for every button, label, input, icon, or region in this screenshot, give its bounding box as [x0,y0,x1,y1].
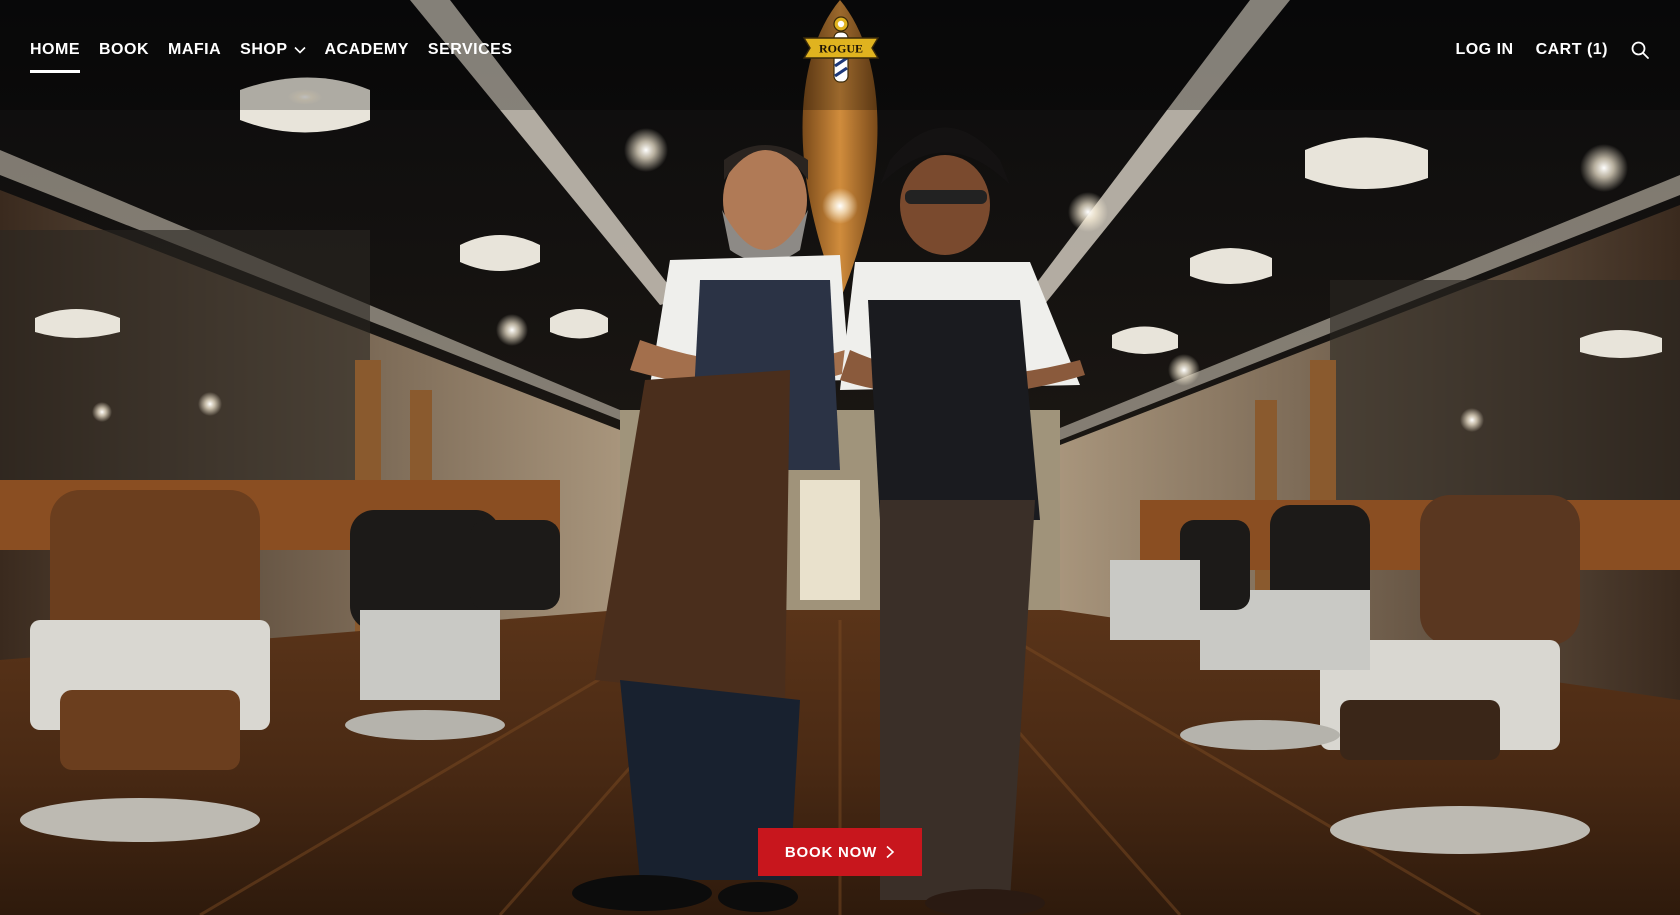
book-now-label: BOOK NOW [784,843,878,861]
nav-item-shop[interactable]: SHOP [240,38,306,62]
nav-item-academy[interactable]: ACADEMY [325,38,409,62]
chevron-right-icon [886,845,895,859]
cart-label: CART (1) [1535,41,1608,58]
book-now-button[interactable]: BOOK NOW [758,828,922,876]
hero-background [0,0,1680,915]
nav-item-label: SHOP [240,41,288,58]
cart-link[interactable]: CART (1) [1536,38,1608,62]
nav-item-label: MAFIA [168,41,222,58]
nav-item-home[interactable]: HOME [30,38,80,73]
nav-item-label: ACADEMY [324,41,409,58]
nav-item-label: SERVICES [427,41,513,58]
rogue-logo[interactable]: ROGUE [800,12,882,86]
nav-item-book[interactable]: BOOK [99,38,149,62]
login-label: LOG IN [1455,41,1514,58]
nav-item-services[interactable]: SERVICES [428,38,513,62]
search-icon[interactable] [1630,40,1650,60]
utility-nav: LOG IN CART (1) [1455,38,1650,62]
nav-item-mafia[interactable]: MAFIA [168,38,221,62]
barbershop-scene [0,0,1680,915]
logo-text: ROGUE [819,42,863,56]
barber-pole-logo-icon: ROGUE [802,16,880,83]
chevron-down-icon [293,46,306,54]
site-header: HOME BOOK MAFIA SHOP ACADEMY SERVICES RO… [0,0,1680,100]
main-nav: HOME BOOK MAFIA SHOP ACADEMY SERVICES [30,38,513,73]
nav-item-label: BOOK [99,41,149,58]
nav-item-label: HOME [30,41,80,58]
login-link[interactable]: LOG IN [1455,38,1513,62]
